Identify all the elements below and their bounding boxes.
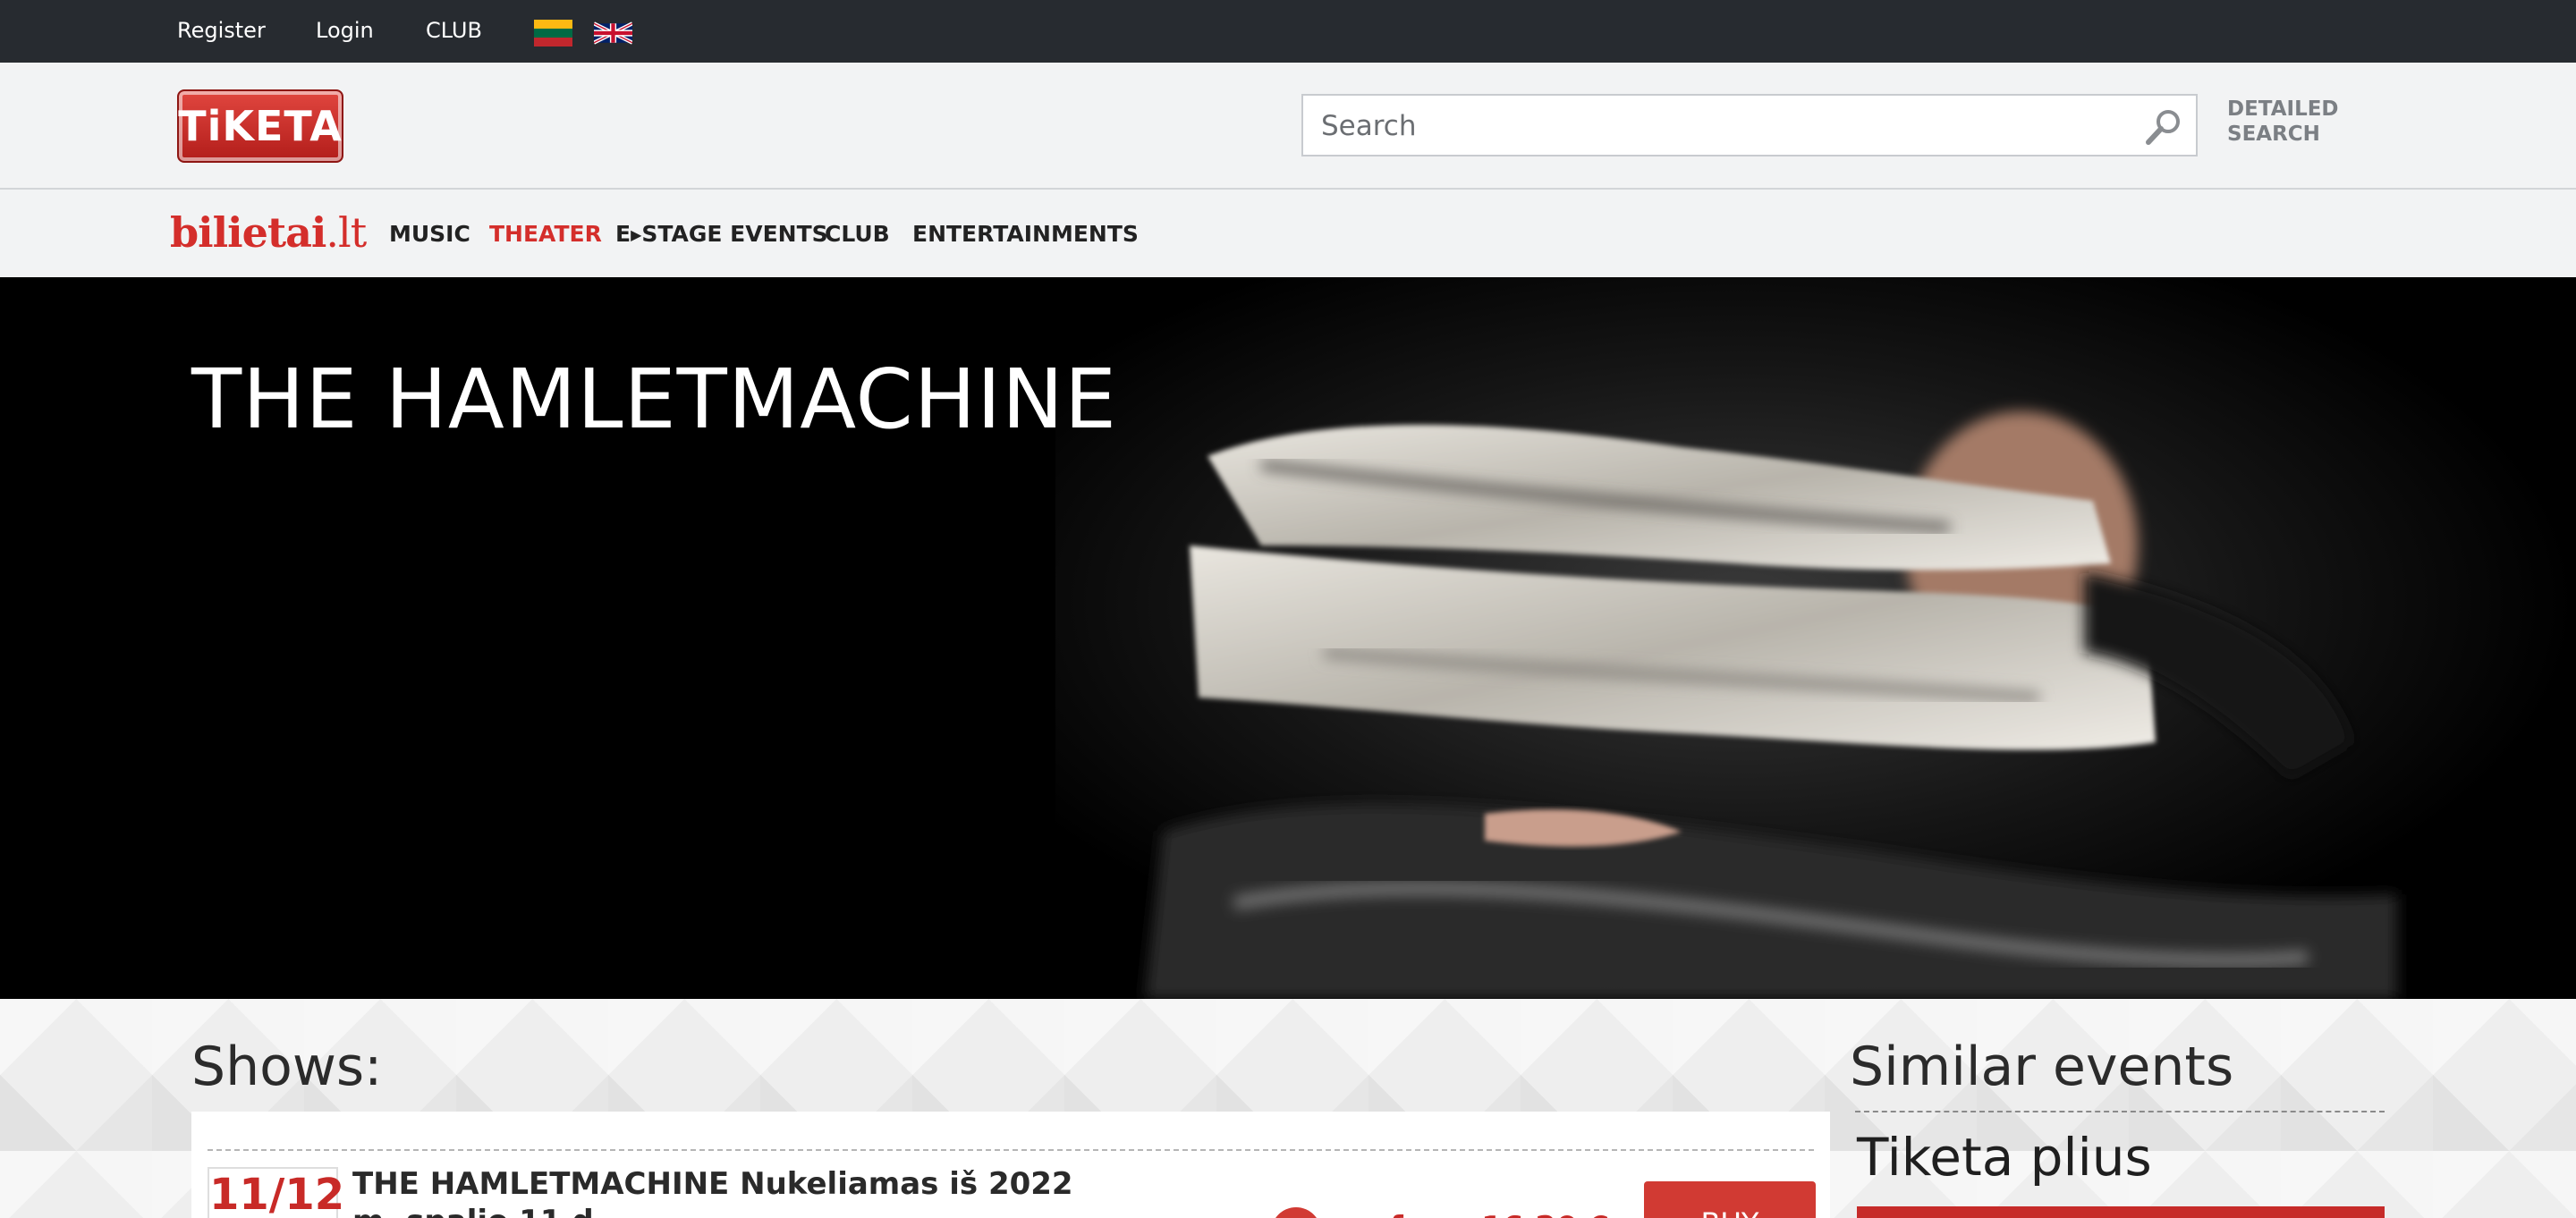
- similar-events-heading: Similar events: [1850, 1036, 2234, 1098]
- brand-main: bilietai: [170, 208, 326, 257]
- divider: [208, 1149, 1814, 1151]
- nav-theater[interactable]: THEATER: [489, 220, 602, 249]
- uk-flag-icon[interactable]: [594, 20, 632, 47]
- event-title: THE HAMLETMACHINE: [191, 351, 1118, 447]
- show-date: 11/12: [208, 1167, 344, 1218]
- event-hero-image: [1055, 277, 2576, 999]
- similar-event-banner[interactable]: [1857, 1206, 2385, 1218]
- bilietai-logo[interactable]: bilietai.lt: [170, 206, 367, 259]
- site-header: TiKETA DETAILED SEARCH: [0, 63, 2576, 190]
- nav-estage-events[interactable]: E▶STAGE EVENTS: [615, 220, 828, 250]
- nav-estage-prefix: E: [615, 221, 631, 247]
- tiketa-logo[interactable]: TiKETA: [177, 89, 343, 163]
- nav-club[interactable]: CLUB: [825, 220, 890, 249]
- similar-divider: [1855, 1111, 2385, 1112]
- event-hero: THE HAMLETMACHINE: [0, 277, 2576, 999]
- play-icon: ▶: [631, 226, 642, 243]
- nav-music[interactable]: MUSIC: [389, 220, 470, 249]
- login-link[interactable]: Login: [316, 17, 374, 44]
- top-bar: Register Login CLUB: [0, 0, 2576, 63]
- shows-heading: Shows:: [191, 1036, 383, 1098]
- register-link[interactable]: Register: [177, 17, 266, 44]
- lithuania-flag-icon[interactable]: [534, 20, 572, 47]
- show-price: from 16.20 €: [1390, 1210, 1609, 1218]
- nav-estage-suffix: STAGE EVENTS: [641, 221, 828, 247]
- club-link[interactable]: CLUB: [426, 17, 482, 44]
- search-icon[interactable]: [2144, 107, 2183, 147]
- search-input[interactable]: [1319, 105, 2128, 148]
- show-title[interactable]: THE HAMLETMACHINE Nukeliamas iš 2022 m. …: [352, 1165, 1086, 1218]
- search-box: [1301, 94, 2198, 156]
- detailed-search-link[interactable]: DETAILED SEARCH: [2227, 97, 2370, 147]
- shows-list: 11/12 THE HAMLETMACHINE Nukeliamas iš 20…: [191, 1112, 1830, 1218]
- similar-event-title[interactable]: Tiketa plius: [1857, 1126, 2152, 1188]
- brand-tld: .lt: [326, 208, 367, 257]
- buy-button[interactable]: BUY: [1644, 1181, 1816, 1218]
- content-area: Shows: 11/12 THE HAMLETMACHINE Nukeliama…: [0, 999, 2576, 1218]
- nav-entertainments[interactable]: ENTERTAINMENTS: [912, 220, 1139, 249]
- ticket-price-icon: [1275, 1207, 1317, 1218]
- main-nav: bilietai.lt MUSIC THEATER E▶STAGE EVENTS…: [0, 190, 2576, 277]
